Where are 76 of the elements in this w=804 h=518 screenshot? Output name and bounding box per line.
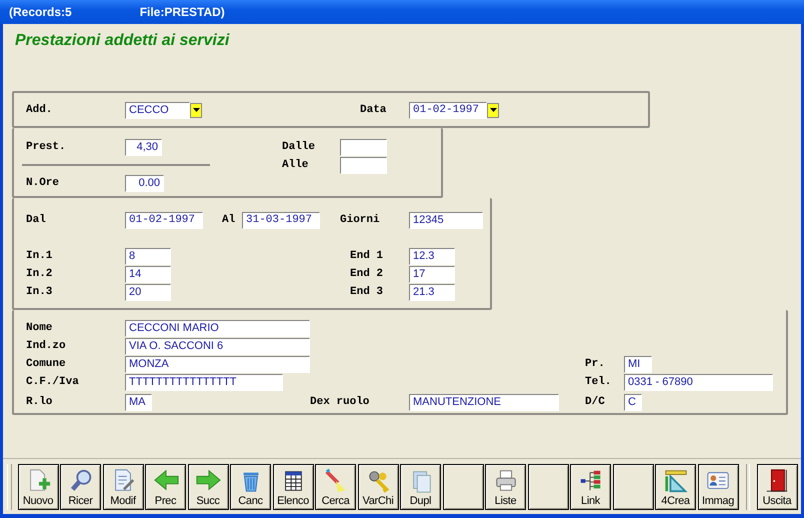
field-label: Dal xyxy=(26,214,47,226)
caret-icon xyxy=(490,108,496,112)
input-field[interactable]: MANUTENZIONE xyxy=(409,394,559,410)
field-label: Pr. xyxy=(585,358,606,370)
field-label: Nome xyxy=(26,322,54,334)
field-label: Giorni xyxy=(340,214,381,226)
field-label: Dalle xyxy=(282,141,316,153)
toolbar-button[interactable]: 4Crea xyxy=(655,464,696,510)
dropdown-field[interactable]: CECCO xyxy=(125,102,190,118)
toolbar-button[interactable]: VarChi xyxy=(358,464,398,510)
form-heading: Prestazioni addetti ai servizi xyxy=(14,32,230,50)
field-label: Ind.zo xyxy=(26,340,67,352)
field-label: Add. xyxy=(26,104,54,116)
toolbar-button[interactable]: Ricer xyxy=(60,464,101,510)
dropdown-button[interactable] xyxy=(190,102,202,118)
empty-toolbar-button[interactable] xyxy=(528,464,568,510)
dropdown-button[interactable] xyxy=(487,102,499,118)
input-field[interactable]: TTTTTTTTTTTTTTTT xyxy=(125,374,283,390)
input-field[interactable]: 0331 - 67890 xyxy=(624,374,773,390)
toolbar-button[interactable]: Nuovo xyxy=(18,464,58,510)
toolbar-button[interactable]: Cerca xyxy=(315,464,356,510)
input-field[interactable]: 20 xyxy=(125,284,171,300)
toolbar-button[interactable]: Dupl xyxy=(400,464,441,510)
field-label: End 3 xyxy=(349,286,384,298)
toolbar-button[interactable]: Uscita xyxy=(756,464,798,510)
input-field[interactable] xyxy=(340,156,387,174)
flashlight-icon xyxy=(322,468,348,494)
field-label: Tel. xyxy=(585,376,612,388)
input-field[interactable]: 8 xyxy=(125,248,171,264)
field-label: In.2 xyxy=(26,268,54,280)
field-label: In.1 xyxy=(26,250,54,262)
input-field[interactable]: MA xyxy=(125,394,152,410)
window-title: File:PRESTAD) xyxy=(140,5,225,19)
input-field[interactable] xyxy=(340,138,387,156)
field-label: End 2 xyxy=(349,268,384,280)
input-field[interactable]: C xyxy=(624,394,642,410)
window-title: (Records:5 xyxy=(9,5,72,19)
caret-icon xyxy=(192,108,200,112)
door-icon xyxy=(764,468,790,494)
input-field[interactable]: MI xyxy=(624,356,652,372)
field-label: D/C xyxy=(585,396,606,408)
toolbar-button[interactable]: Prec xyxy=(145,464,186,510)
input-field[interactable]: 12345 xyxy=(409,212,483,228)
field-label: End 1 xyxy=(349,250,384,262)
field-label: Dex ruolo xyxy=(310,396,370,408)
field-label: Comune xyxy=(26,358,67,370)
input-field[interactable]: 31-03-1997 xyxy=(242,212,320,228)
input-field[interactable]: 0.00 xyxy=(125,174,164,192)
input-field[interactable]: MONZA xyxy=(125,356,310,372)
input-field[interactable]: 12.3 xyxy=(409,248,455,264)
input-field[interactable]: 17 xyxy=(409,266,455,282)
field-label: R.lo xyxy=(26,396,54,408)
dropdown-field[interactable]: 01-02-1997 xyxy=(409,102,487,118)
field-label: Al xyxy=(222,214,236,226)
input-field[interactable]: 21.3 xyxy=(409,284,455,300)
toolbar-button[interactable]: Elenco xyxy=(272,464,314,510)
field-label: Prest. xyxy=(26,141,67,153)
input-field[interactable]: 4,30 xyxy=(125,138,162,156)
toolbar-button[interactable]: Immag xyxy=(698,464,738,510)
input-field[interactable]: 01-02-1997 xyxy=(125,212,203,228)
empty-toolbar-button[interactable] xyxy=(442,464,484,510)
toolbar-button[interactable]: Liste xyxy=(485,464,526,510)
field-label: C.F./Iva xyxy=(26,376,80,388)
field-label: N.Ore xyxy=(26,177,60,189)
toolbar-button[interactable]: Modif xyxy=(102,464,144,510)
field-label: Alle xyxy=(282,159,310,171)
toolbar-button[interactable]: Succ xyxy=(188,464,228,510)
input-field[interactable]: VIA O. SACCONI 6 xyxy=(125,338,310,354)
input-field[interactable]: 14 xyxy=(125,266,171,282)
empty-toolbar-button[interactable] xyxy=(612,464,654,510)
toolbar-button[interactable]: Link xyxy=(570,464,611,510)
ruler-icon xyxy=(662,468,688,494)
input-field[interactable]: CECCONI MARIO xyxy=(125,320,310,336)
toolbar-button[interactable]: Canc xyxy=(230,464,271,510)
field-label: Data xyxy=(360,104,388,116)
field-label: In.3 xyxy=(26,286,54,298)
